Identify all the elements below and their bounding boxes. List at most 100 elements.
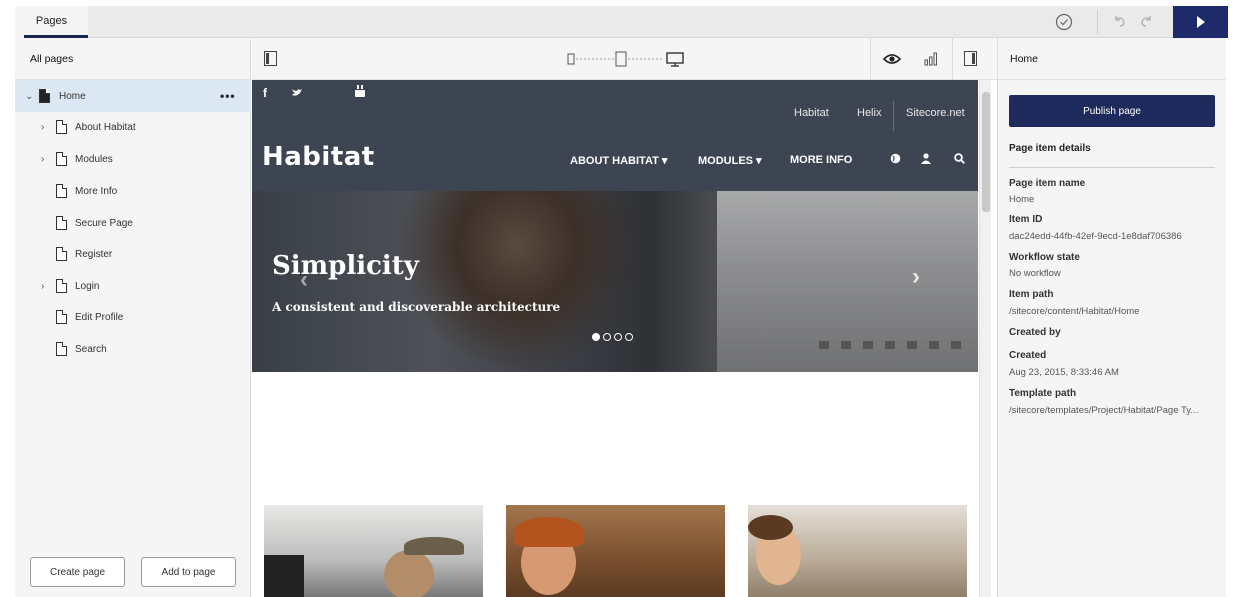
tree-item-secure-page[interactable]: Secure Page <box>15 207 251 239</box>
tree-item-register[interactable]: Register <box>15 238 251 270</box>
section-title: Page item details <box>1009 143 1091 154</box>
tab-pages[interactable]: Pages <box>15 6 88 38</box>
nav-label: ABOUT HABITAT <box>570 155 659 167</box>
carousel-dot-active[interactable] <box>592 333 600 341</box>
tree-item-label: Home <box>59 90 86 102</box>
eye-icon[interactable] <box>883 53 901 65</box>
chevron-right-icon[interactable]: › <box>41 122 44 133</box>
toolbar-divider <box>870 38 871 80</box>
publish-page-button[interactable]: Publish page <box>1009 95 1215 127</box>
building-window <box>819 341 829 349</box>
top-link-divider <box>893 101 894 131</box>
redo-icon[interactable] <box>1138 13 1154 29</box>
building-window <box>841 341 851 349</box>
hero-title: Simplicity <box>272 251 419 281</box>
building-window <box>951 341 961 349</box>
top-bar: Pages <box>15 6 1228 38</box>
page-icon <box>56 216 67 230</box>
monitor-shape <box>264 555 304 597</box>
nav-about-habitat[interactable]: ABOUT HABITAT ▾ <box>570 154 667 167</box>
tree-item-label: Secure Page <box>75 217 133 229</box>
checkmark-circle-icon[interactable] <box>1055 13 1073 31</box>
tree-item-label: Search <box>75 343 107 355</box>
chevron-down-icon[interactable]: ⌄ <box>25 91 33 102</box>
carousel-dot[interactable] <box>614 333 622 341</box>
toggle-left-panel-icon[interactable] <box>264 51 277 66</box>
detail-label: Page item name <box>1009 178 1086 189</box>
top-link-helix[interactable]: Helix <box>857 107 881 119</box>
toggle-right-panel-icon[interactable] <box>964 51 977 66</box>
teaser-card-image[interactable] <box>506 505 725 597</box>
twitter-icon[interactable] <box>292 88 303 97</box>
facebook-icon[interactable]: f <box>263 86 267 100</box>
page-icon <box>56 120 67 134</box>
detail-label: Created by <box>1009 327 1061 338</box>
detail-value: No workflow <box>1009 268 1061 279</box>
page-preview-canvas[interactable]: f Habitat Helix Sitecore.net Habitat ABO… <box>252 80 978 597</box>
device-width-slider[interactable] <box>566 50 696 68</box>
building-window <box>929 341 939 349</box>
page-tree-panel: All pages ⌄ Home ••• › About Habitat › M… <box>15 38 251 597</box>
page-icon <box>56 152 67 166</box>
teaser-card-image[interactable] <box>264 505 483 597</box>
building-window <box>907 341 917 349</box>
site-logo[interactable]: Habitat <box>262 142 375 172</box>
create-page-button[interactable]: Create page <box>30 557 125 587</box>
tree-item-label: About Habitat <box>75 121 136 133</box>
details-panel: Home Publish page Page item details Page… <box>997 38 1226 597</box>
page-icon <box>56 247 67 261</box>
chevron-right-icon[interactable]: › <box>41 281 44 292</box>
tree-item-label: More Info <box>75 185 118 197</box>
page-icon <box>39 89 50 103</box>
top-link-sitecore[interactable]: Sitecore.net <box>906 107 965 119</box>
nav-label: MODULES <box>698 155 753 167</box>
detail-value: /sitecore/templates/Project/Habitat/Page… <box>1009 405 1199 416</box>
undo-icon[interactable] <box>1112 13 1128 29</box>
detail-label: Template path <box>1009 388 1077 399</box>
tree-item-login[interactable]: › Login <box>15 270 251 302</box>
play-icon <box>1196 16 1205 28</box>
preview-play-button[interactable] <box>1173 6 1228 38</box>
analytics-icon[interactable] <box>924 52 938 66</box>
site-header: f Habitat Helix Sitecore.net Habitat ABO… <box>252 80 978 191</box>
more-options-icon[interactable]: ••• <box>220 89 236 103</box>
hero-background-building <box>717 191 978 372</box>
teaser-card-image[interactable] <box>748 505 967 597</box>
panel-title: All pages <box>15 38 250 80</box>
scrollbar-thumb[interactable] <box>982 92 990 212</box>
tree-item-home[interactable]: ⌄ Home ••• <box>15 80 251 112</box>
carousel-next-icon[interactable]: › <box>912 263 920 291</box>
tree-item-label: Edit Profile <box>75 311 124 323</box>
chevron-right-icon[interactable]: › <box>41 154 44 165</box>
cap-shape <box>404 537 464 555</box>
tree-item-edit-profile[interactable]: Edit Profile <box>15 301 251 333</box>
tree-item-modules[interactable]: › Modules <box>15 143 251 175</box>
carousel-indicators[interactable] <box>592 333 633 341</box>
nav-more-info[interactable]: MORE INFO <box>790 154 852 166</box>
carousel-dot[interactable] <box>603 333 611 341</box>
detail-label: Workflow state <box>1009 252 1080 263</box>
nav-modules[interactable]: MODULES ▾ <box>698 154 762 167</box>
detail-value: Home <box>1009 194 1035 205</box>
editor-toolbar <box>252 38 997 80</box>
building-window <box>863 341 873 349</box>
hero-subtitle: A consistent and discoverable architectu… <box>272 300 561 314</box>
search-icon[interactable] <box>954 153 965 164</box>
tab-pages-label: Pages <box>35 15 68 27</box>
add-to-page-button[interactable]: Add to page <box>141 557 236 587</box>
tree-item-more-info[interactable]: More Info <box>15 175 251 207</box>
top-link-habitat[interactable]: Habitat <box>794 107 829 119</box>
preview-scrollbar[interactable] <box>979 80 991 597</box>
youtube-icon[interactable] <box>355 85 365 97</box>
globe-icon[interactable] <box>890 153 901 164</box>
hero-carousel[interactable]: ‹ › Simplicity A consistent and discover… <box>252 191 978 372</box>
detail-label: Item path <box>1009 289 1054 300</box>
user-icon[interactable] <box>921 153 931 164</box>
tree-item-search[interactable]: Search <box>15 333 251 365</box>
tree-item-label: Modules <box>75 153 113 165</box>
page-icon <box>56 310 67 324</box>
carousel-dot[interactable] <box>625 333 633 341</box>
tree-item-label: Register <box>75 248 113 260</box>
tree-item-about-habitat[interactable]: › About Habitat <box>15 111 251 143</box>
tree-item-label: Login <box>75 280 100 292</box>
